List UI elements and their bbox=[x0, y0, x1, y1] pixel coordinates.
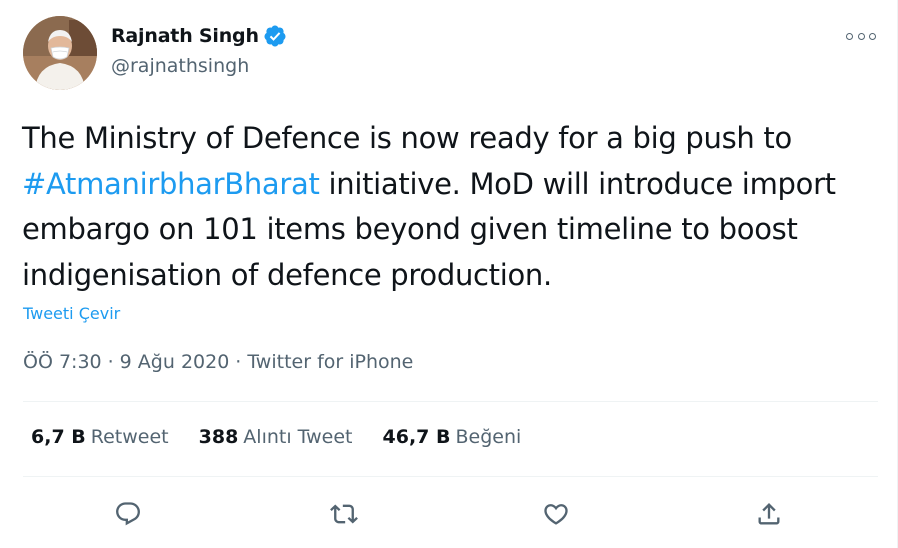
quote-count: 388 bbox=[198, 426, 239, 448]
like-count: 46,7 B bbox=[382, 426, 451, 448]
retweet-icon[interactable] bbox=[326, 496, 362, 532]
tweet-text: The Ministry of Defence is now ready for… bbox=[22, 116, 888, 298]
action-bar bbox=[0, 496, 898, 532]
tweet-date[interactable]: 9 Ağu 2020 bbox=[120, 351, 230, 373]
divider bbox=[23, 401, 878, 402]
tweet-text-part-1: The Ministry of Defence is now ready for… bbox=[22, 121, 792, 155]
like-stat[interactable]: 46,7 B Beğeni bbox=[383, 426, 522, 448]
meta-separator: · bbox=[235, 351, 242, 373]
author-row: Rajnath Singh bbox=[111, 24, 287, 48]
tweet-time[interactable]: ÖÖ 7:30 bbox=[23, 351, 102, 373]
verified-badge-icon bbox=[263, 24, 287, 48]
retweet-stat[interactable]: 6,7 B Retweet bbox=[31, 426, 169, 448]
tweet-meta: ÖÖ 7:30 · 9 Ağu 2020 · Twitter for iPhone bbox=[23, 351, 413, 373]
quote-label: Alıntı Tweet bbox=[243, 426, 353, 448]
retweet-label: Retweet bbox=[90, 426, 169, 448]
divider bbox=[23, 476, 878, 477]
like-label: Beğeni bbox=[455, 426, 522, 448]
quote-stat[interactable]: 388 Alıntı Tweet bbox=[199, 426, 353, 448]
translate-tweet-link[interactable]: Tweeti Çevir bbox=[23, 304, 120, 323]
engagement-stats: 6,7 B Retweet 388 Alıntı Tweet 46,7 B Beğen… bbox=[31, 426, 551, 448]
more-options-icon[interactable] bbox=[846, 26, 876, 46]
like-icon[interactable] bbox=[538, 496, 574, 532]
meta-separator: · bbox=[107, 351, 114, 373]
share-icon[interactable] bbox=[751, 496, 787, 532]
author-name[interactable]: Rajnath Singh bbox=[111, 25, 259, 47]
tweet-source[interactable]: Twitter for iPhone bbox=[247, 351, 413, 373]
tweet-card: Rajnath Singh @rajnathsingh The Ministry… bbox=[0, 0, 898, 548]
reply-icon[interactable] bbox=[110, 496, 146, 532]
author-handle[interactable]: @rajnathsingh bbox=[111, 55, 249, 77]
retweet-count: 6,7 B bbox=[31, 426, 86, 448]
avatar[interactable] bbox=[23, 16, 97, 90]
hashtag-link[interactable]: #AtmanirbharBharat bbox=[22, 167, 320, 201]
